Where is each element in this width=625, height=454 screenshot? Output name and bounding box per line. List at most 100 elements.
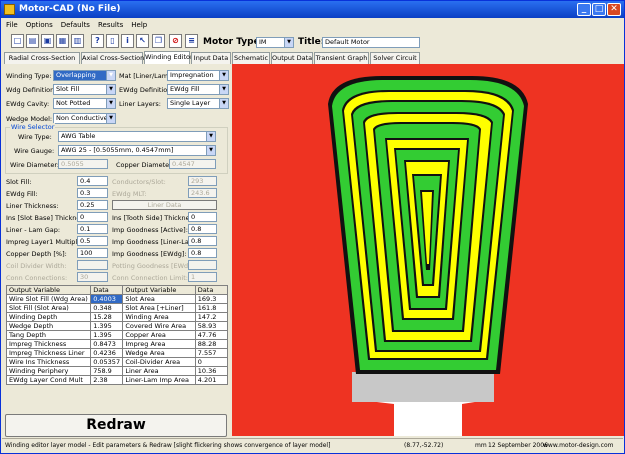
conn-connection-limit-input[interactable]: 1 bbox=[188, 272, 217, 282]
table-cell[interactable]: Impreg Thickness Liner bbox=[5, 348, 92, 358]
table-cell-selected[interactable]: 0.4003 bbox=[90, 294, 124, 304]
table-row[interactable]: Winding Periphery 758.9 Liner Area 10.36 bbox=[5, 366, 229, 376]
winding-canvas[interactable] bbox=[232, 64, 624, 436]
pointer-help-icon[interactable]: ↖ bbox=[136, 34, 149, 48]
table-row[interactable]: Wedge Depth 1.395 Covered Wire Area 58.9… bbox=[5, 321, 229, 331]
menu-results[interactable]: Results bbox=[98, 19, 123, 31]
table-cell[interactable]: 1.395 bbox=[90, 330, 124, 340]
table-cell[interactable]: 0.05357 bbox=[90, 357, 124, 367]
table-cell[interactable]: Winding Area bbox=[122, 312, 196, 322]
conn-connections-input[interactable]: 30 bbox=[77, 272, 108, 282]
table-cell[interactable]: Liner-Lam Imp Area bbox=[122, 375, 196, 385]
tab-output-data[interactable]: Output Data bbox=[271, 52, 313, 64]
slot-fill-input[interactable]: 0.4 bbox=[77, 176, 108, 186]
help-book-icon[interactable]: ▯ bbox=[106, 34, 119, 48]
wire-gauge-select[interactable]: AWG 25 - [0.5055mm, 0.4547mm] ▼ bbox=[58, 145, 216, 156]
table-cell[interactable]: Wedge Area bbox=[122, 348, 196, 358]
wire-diameter-input[interactable]: 0.5055 bbox=[58, 159, 108, 169]
table-cell[interactable]: 7.557 bbox=[194, 348, 229, 358]
ewdg-definition-select[interactable]: EWdg Fill ▼ bbox=[167, 84, 229, 95]
save-file-icon[interactable]: ▣ bbox=[41, 34, 54, 48]
tab-winding-editor[interactable]: Winding Editor bbox=[144, 51, 193, 64]
copper-diameter-input[interactable]: 0.4547 bbox=[169, 159, 216, 169]
table-row[interactable]: Wire Ins Thickness 0.05357 Coil-Divider … bbox=[5, 357, 229, 367]
table-cell[interactable]: 169.3 bbox=[194, 294, 229, 304]
table-cell[interactable]: Impreg Area bbox=[122, 339, 196, 349]
tab-radial-cross-section[interactable]: Radial Cross-Section bbox=[4, 52, 80, 64]
open-file-icon[interactable]: ▤ bbox=[26, 34, 39, 48]
table-row[interactable]: Tang Depth 1.395 Copper Area 47.76 bbox=[5, 330, 229, 340]
print-icon[interactable]: ▦ bbox=[56, 34, 69, 48]
table-row[interactable]: EWdg Layer Cond Mult 2.38 Liner-Lam Imp … bbox=[5, 375, 229, 385]
motor-type-select[interactable]: IM ▼ bbox=[256, 37, 294, 48]
stop-icon[interactable]: ⊘ bbox=[169, 34, 182, 48]
table-cell[interactable]: Winding Depth bbox=[5, 312, 92, 322]
ewdg-fill-input[interactable]: 0.3 bbox=[77, 188, 108, 198]
ewdg-mlt-input[interactable]: 243.6 bbox=[188, 188, 217, 198]
tab-schematic[interactable]: Schematic bbox=[232, 52, 270, 64]
table-cell[interactable]: 147.2 bbox=[194, 312, 229, 322]
ins-slot-base-input[interactable]: 0 bbox=[77, 212, 108, 222]
table-row[interactable]: Wire Slot Fill (Wdg Area) 0.4003 Slot Ar… bbox=[5, 294, 229, 304]
table-row[interactable]: Impreg Thickness 0.8473 Impreg Area 88.2… bbox=[5, 339, 229, 349]
liner-thickness-input[interactable]: 0.25 bbox=[77, 200, 108, 210]
table-cell[interactable]: 88.28 bbox=[194, 339, 229, 349]
table-cell[interactable]: Wire Slot Fill (Wdg Area) bbox=[5, 294, 92, 304]
table-cell[interactable]: 58.93 bbox=[194, 321, 229, 331]
copy-icon[interactable]: ❐ bbox=[152, 34, 165, 48]
table-cell[interactable]: Wedge Depth bbox=[5, 321, 92, 331]
ewdg-cavity-select[interactable]: Not Potted ▼ bbox=[53, 98, 116, 109]
redraw-button[interactable]: Redraw bbox=[5, 414, 227, 437]
table-cell[interactable]: 47.76 bbox=[194, 330, 229, 340]
menu-defaults[interactable]: Defaults bbox=[61, 19, 90, 31]
table-cell[interactable]: Winding Periphery bbox=[5, 366, 92, 376]
table-cell[interactable]: 4.201 bbox=[194, 375, 229, 385]
table-cell[interactable]: 0 bbox=[194, 357, 229, 367]
table-cell[interactable]: Slot Fill (Slot Area) bbox=[5, 303, 92, 313]
menu-options[interactable]: Options bbox=[26, 19, 53, 31]
table-cell[interactable]: 161.8 bbox=[194, 303, 229, 313]
info-icon[interactable]: i bbox=[121, 34, 134, 48]
wire-type-select[interactable]: AWG Table ▼ bbox=[58, 131, 216, 142]
table-cell[interactable]: 0.348 bbox=[90, 303, 124, 313]
copper-depth-input[interactable]: 100 bbox=[77, 248, 108, 258]
impreg-layer-mult-input[interactable]: 0.5 bbox=[77, 236, 108, 246]
help-icon[interactable]: ? bbox=[91, 34, 104, 48]
table-cell[interactable]: 0.8473 bbox=[90, 339, 124, 349]
table-cell[interactable]: Coil-Divider Area bbox=[122, 357, 196, 367]
table-cell[interactable]: 758.9 bbox=[90, 366, 124, 376]
liner-layers-select[interactable]: Single Layer ▼ bbox=[167, 98, 229, 109]
table-cell[interactable]: Covered Wire Area bbox=[122, 321, 196, 331]
liner-lam-gap-input[interactable]: 0.1 bbox=[77, 224, 108, 234]
table-cell[interactable]: Slot Area bbox=[122, 294, 196, 304]
maximize-button[interactable]: □ bbox=[592, 3, 606, 16]
menu-help[interactable]: Help bbox=[131, 19, 147, 31]
menu-file[interactable]: File bbox=[6, 19, 18, 31]
settings-icon[interactable]: ≡ bbox=[185, 34, 198, 48]
table-row[interactable]: Impreg Thickness Liner 0.4236 Wedge Area… bbox=[5, 348, 229, 358]
tab-transient-graph[interactable]: Transient Graph bbox=[314, 52, 369, 64]
title-bar[interactable]: Motor-CAD (No File) _ □ ✕ bbox=[1, 1, 624, 18]
title-input[interactable]: Default Motor bbox=[322, 37, 420, 48]
conductors-slot-input[interactable]: 293 bbox=[188, 176, 217, 186]
export-icon[interactable]: ▥ bbox=[71, 34, 84, 48]
table-cell[interactable]: Wire Ins Thickness bbox=[5, 357, 92, 367]
liner-data-button[interactable]: Liner Data bbox=[112, 200, 217, 210]
table-cell[interactable]: EWdg Layer Cond Mult bbox=[5, 375, 92, 385]
table-cell[interactable]: 10.36 bbox=[194, 366, 229, 376]
table-cell[interactable]: Impreg Thickness bbox=[5, 339, 92, 349]
mat-liner-lam-select[interactable]: Impregnation ▼ bbox=[167, 70, 229, 81]
wdg-definition-select[interactable]: Slot Fill ▼ bbox=[53, 84, 116, 95]
table-cell[interactable]: Copper Area bbox=[122, 330, 196, 340]
imp-goodness-liner-lam-input[interactable]: 0.8 bbox=[188, 236, 217, 246]
potting-goodness-input[interactable] bbox=[188, 260, 217, 270]
tab-solver-circuit[interactable]: Solver Circuit bbox=[370, 52, 420, 64]
table-cell[interactable]: 1.395 bbox=[90, 321, 124, 331]
winding-type-select[interactable]: Overlapping ▼ bbox=[53, 70, 116, 81]
imp-goodness-ewdg-input[interactable]: 0.8 bbox=[188, 248, 217, 258]
imp-goodness-active-input[interactable]: 0.8 bbox=[188, 224, 217, 234]
wedge-model-select[interactable]: Non Conductive ▼ bbox=[53, 113, 116, 124]
table-cell[interactable]: Slot Area [+Liner] bbox=[122, 303, 196, 313]
table-row[interactable]: Winding Depth 15.28 Winding Area 147.2 bbox=[5, 312, 229, 322]
ins-tooth-side-input[interactable]: 0 bbox=[188, 212, 217, 222]
